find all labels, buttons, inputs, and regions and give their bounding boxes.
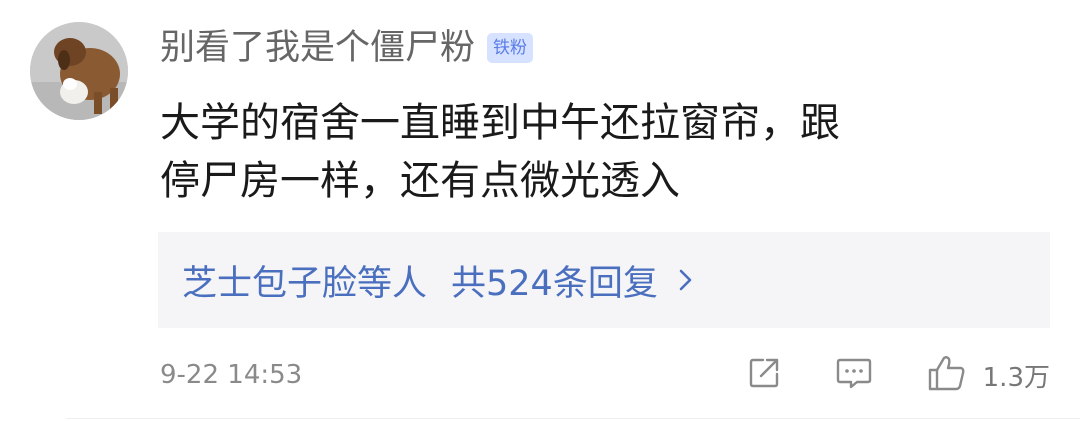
share-button[interactable] — [747, 356, 781, 394]
fan-badge[interactable]: 铁粉 — [487, 33, 534, 63]
timestamp: 9-22 14:53 — [160, 360, 303, 390]
comment-footer: 9-22 14:53 1.3万 — [160, 350, 1050, 400]
comment-icon — [835, 356, 873, 394]
avatar[interactable] — [30, 22, 128, 120]
like-button[interactable]: 1.3万 — [927, 354, 1050, 396]
action-bar: 1.3万 — [693, 354, 1050, 396]
share-icon — [747, 356, 781, 394]
thumbs-up-icon — [927, 354, 967, 396]
comment-text-line: 大学的宿舍一直睡到中午还拉窗帘，跟 — [160, 100, 840, 146]
reply-count: 共524条回复 — [451, 263, 658, 304]
comment-card: 别看了我是个僵尸粉 铁粉 大学的宿舍一直睡到中午还拉窗帘，跟 停尸房一样，还有点… — [0, 0, 1080, 421]
replies-preview[interactable]: 芝士包子脸等人 共524条回复 — [158, 232, 1050, 328]
repliers-names: 芝士包子脸等人 — [182, 263, 428, 304]
chevron-right-icon — [678, 267, 694, 293]
comment-button[interactable] — [835, 356, 873, 394]
comment-header: 别看了我是个僵尸粉 铁粉 — [160, 26, 534, 70]
replies-link[interactable]: 芝士包子脸等人 共524条回复 — [182, 255, 694, 306]
divider — [66, 418, 1080, 419]
avatar-image — [30, 22, 128, 120]
comment-text: 大学的宿舍一直睡到中午还拉窗帘，跟 停尸房一样，还有点微光透入 — [160, 94, 1030, 210]
like-count: 1.3万 — [982, 362, 1050, 393]
username[interactable]: 别看了我是个僵尸粉 — [160, 26, 475, 70]
comment-text-line: 停尸房一样，还有点微光透入 — [160, 158, 680, 204]
